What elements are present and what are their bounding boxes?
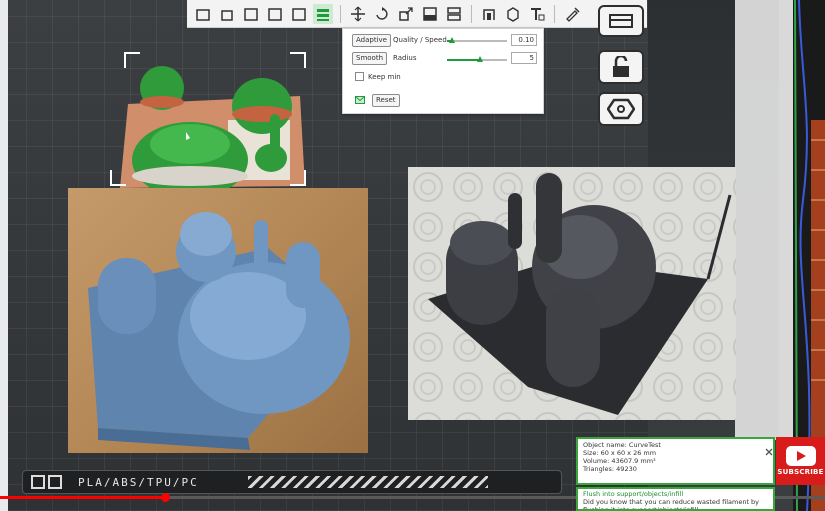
selection-corner	[290, 52, 306, 68]
seam-paint-icon[interactable]	[503, 4, 523, 24]
plate-grid-icon[interactable]	[31, 475, 45, 489]
move-icon[interactable]	[348, 4, 368, 24]
object-name: Object name: CurveTest	[583, 441, 661, 449]
color-paint-icon[interactable]	[562, 4, 582, 24]
black-print-photo	[408, 167, 736, 420]
paste-icon[interactable]	[289, 4, 309, 24]
tip-notification: Flush into support/objects/infill Did yo…	[576, 487, 775, 511]
toolbar-divider	[340, 4, 341, 23]
tip-link[interactable]: Flush into support/objects/infill	[583, 490, 768, 498]
delete-icon[interactable]	[217, 4, 237, 24]
blue-print-photo	[68, 188, 368, 453]
keep-min-checkbox[interactable]	[355, 72, 364, 81]
model-preview[interactable]	[110, 48, 310, 198]
video-scrubber[interactable]	[161, 493, 170, 502]
quality-slider-track[interactable]	[447, 40, 507, 42]
quality-speed-label: Quality / Speed	[393, 36, 447, 44]
stage: Adaptive Quality / Speed 0.10 Smooth Rad…	[0, 0, 825, 511]
reset-button[interactable]: Reset	[372, 94, 400, 107]
object-info-panel: Object name: CurveTest Size: 60 x 60 x 2…	[576, 437, 775, 485]
selection-corner	[290, 170, 306, 186]
right-tool-panel	[588, 0, 648, 140]
cut-icon[interactable]	[444, 4, 464, 24]
rotate-icon[interactable]	[372, 4, 392, 24]
add-object-icon[interactable]	[193, 4, 213, 24]
object-triangles: Triangles: 49230	[583, 465, 637, 473]
object-size: Size: 60 x 60 x 26 mm	[583, 449, 657, 457]
plate-icon[interactable]	[598, 5, 644, 37]
keep-min-label: Keep min	[368, 73, 401, 81]
video-progress-fill	[0, 496, 165, 499]
quality-value-input[interactable]: 0.10	[511, 34, 537, 46]
radius-value-input[interactable]: 5	[511, 52, 537, 64]
subscribe-label: SUBSCRIBE	[777, 468, 824, 476]
selection-corner	[110, 170, 126, 186]
hexagon-icon[interactable]	[598, 92, 644, 126]
radius-slider-fill	[447, 59, 480, 61]
layer-graph	[793, 0, 825, 511]
variable-layer-height-panel: Adaptive Quality / Speed 0.10 Smooth Rad…	[342, 28, 544, 114]
copy-icon[interactable]	[265, 4, 285, 24]
top-toolbar	[187, 0, 647, 28]
arrange-icon[interactable]	[241, 4, 261, 24]
plate-status-bar: PLA/ABS/TPU/PC	[22, 470, 562, 494]
quality-slider-thumb[interactable]	[448, 37, 455, 43]
layers-icon[interactable]	[313, 3, 333, 24]
tip-text: Did you know that you can reduce wasted …	[583, 498, 760, 511]
filament-type-label: PLA/ABS/TPU/PC	[78, 475, 199, 489]
youtube-play-icon	[785, 446, 816, 466]
adaptive-button[interactable]: Adaptive	[352, 34, 391, 47]
support-paint-icon[interactable]	[479, 4, 499, 24]
smooth-button[interactable]: Smooth	[352, 52, 388, 65]
object-volume: Volume: 43607.9 mm³	[583, 457, 656, 465]
scale-icon[interactable]	[396, 4, 416, 24]
radius-slider-thumb[interactable]	[477, 56, 483, 62]
unlock-icon[interactable]	[598, 50, 644, 84]
close-icon[interactable]	[765, 441, 773, 456]
text-icon[interactable]	[527, 4, 547, 24]
mail-icon	[355, 96, 365, 104]
subscribe-badge[interactable]: SUBSCRIBE	[776, 437, 825, 485]
hazard-stripes	[248, 476, 488, 488]
toolbar-divider	[554, 4, 555, 23]
toolbar-divider	[471, 4, 472, 23]
plate-settings-icon[interactable]	[48, 475, 62, 489]
lay-on-face-icon[interactable]	[420, 4, 440, 24]
radius-label: Radius	[393, 54, 417, 62]
left-panel-edge	[0, 0, 8, 511]
selection-corner	[124, 52, 140, 68]
layer-slider-track[interactable]	[779, 0, 793, 440]
